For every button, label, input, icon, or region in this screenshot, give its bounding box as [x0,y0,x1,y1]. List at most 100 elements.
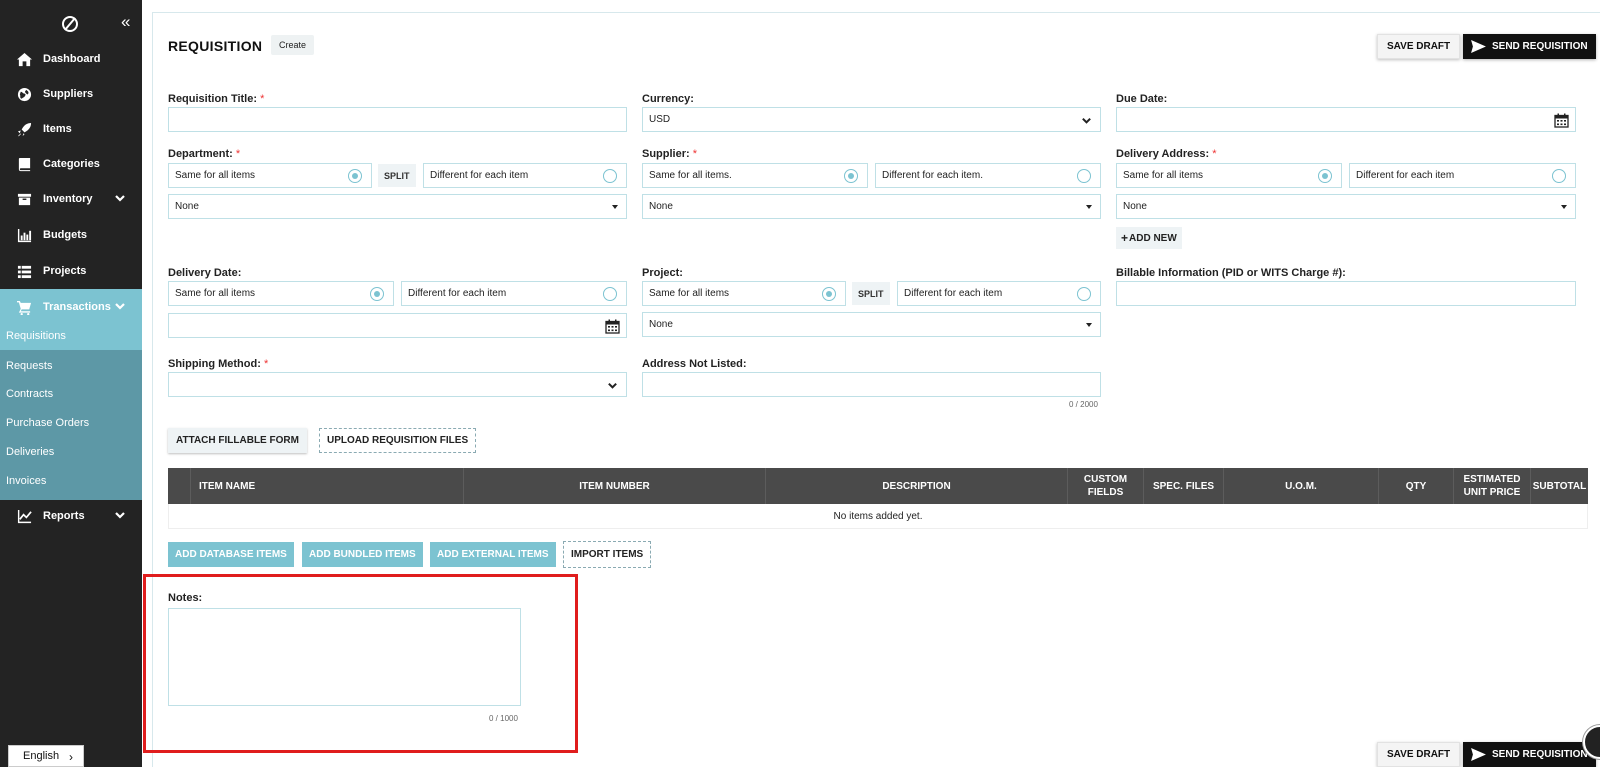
language-selector[interactable]: English › [8,745,84,767]
currency-label: Currency: [642,93,694,105]
currency-select[interactable]: USD [642,107,1101,132]
delivery-date-input[interactable] [168,313,627,338]
billable-info-input[interactable] [1116,281,1576,306]
supplier-same-radio[interactable] [844,169,858,183]
sidebar: « Dashboard Suppliers Items Categories I… [0,0,142,767]
submenu-item-requisitions[interactable]: Requisitions [0,321,142,350]
add-external-items-button[interactable]: ADD EXTERNAL ITEMS [430,542,556,567]
attach-fillable-form-button[interactable]: ATTACH FILLABLE FORM [168,428,307,453]
add-bundled-items-label: ADD BUNDLED ITEMS [309,549,416,560]
home-icon [15,51,33,67]
project-same-radio[interactable] [822,287,836,301]
sidebar-item-dashboard[interactable]: Dashboard [0,41,142,77]
department-same-option[interactable]: Same for all items [168,163,372,188]
project-same-option[interactable]: Same for all items [642,281,846,306]
department-different-option[interactable]: Different for each item [423,163,627,188]
footer-save-draft-button[interactable]: SAVE DRAFT [1377,742,1461,767]
column-header-qty[interactable]: QTY [1378,468,1453,504]
column-header-item-number[interactable]: ITEM NUMBER [463,468,765,504]
delivery-address-different-option[interactable]: Different for each item [1349,163,1576,188]
save-draft-button[interactable]: SAVE DRAFT [1377,34,1461,59]
department-split-button[interactable]: SPLIT [378,164,416,187]
book-icon [15,156,33,172]
import-items-button[interactable]: IMPORT ITEMS [563,541,652,568]
attach-fillable-form-label: ATTACH FILLABLE FORM [176,435,299,446]
add-external-items-label: ADD EXTERNAL ITEMS [437,549,549,560]
sidebar-item-items[interactable]: Items [0,111,142,147]
supplier-different-option[interactable]: Different for each item. [875,163,1101,188]
logo-icon[interactable] [62,16,78,32]
globe-icon [15,86,33,102]
department-different-radio[interactable] [603,169,617,183]
delivery-date-different-option[interactable]: Different for each item [401,281,627,306]
caret-down-icon [1086,323,1092,327]
billable-info-label: Billable Information (PID or WITS Charge… [1116,267,1346,279]
submenu-item-requests[interactable]: Requests [0,351,142,380]
caret-down-icon [1086,205,1092,209]
project-select[interactable]: None [642,312,1101,337]
sidebar-item-transactions[interactable]: Transactions [0,289,142,325]
supplier-different-radio[interactable] [1077,169,1091,183]
column-header-estimated-unit-price[interactable]: ESTIMATED UNIT PRICE [1453,468,1530,504]
caret-down-icon [1561,205,1567,209]
required-marker: * [235,148,241,160]
column-header-item-name[interactable]: ITEM NAME [190,468,463,504]
add-database-items-button[interactable]: ADD DATABASE ITEMS [168,542,294,567]
delivery-address-select[interactable]: None [1116,194,1576,219]
sidebar-item-budgets[interactable]: Budgets [0,217,142,253]
delivery-address-different-radio[interactable] [1552,169,1566,183]
delivery-address-same-option[interactable]: Same for all items [1116,163,1342,188]
column-header-description[interactable]: DESCRIPTION [765,468,1067,504]
submenu-item-invoices[interactable]: Invoices [0,466,142,495]
sidebar-item-suppliers[interactable]: Suppliers [0,76,142,112]
due-date-input[interactable] [1116,107,1576,132]
send-icon [1471,748,1486,761]
project-same-label: Same for all items [649,288,730,299]
submenu-item-contracts[interactable]: Contracts [0,379,142,408]
project-split-button[interactable]: SPLIT [852,282,890,305]
caret-down-icon [612,205,618,209]
sidebar-item-inventory[interactable]: Inventory [0,181,142,217]
sidebar-item-reports[interactable]: Reports [0,498,142,534]
supplier-select[interactable]: None [642,194,1101,219]
address-not-listed-input[interactable] [642,372,1101,397]
sidebar-item-categories[interactable]: Categories [0,146,142,182]
column-header-uom[interactable]: U.O.M. [1223,468,1378,504]
add-bundled-items-button[interactable]: ADD BUNDLED ITEMS [302,542,423,567]
department-same-label: Same for all items [175,170,256,181]
calendar-icon[interactable] [605,319,620,334]
upload-requisition-files-button[interactable]: UPLOAD REQUISITION FILES [319,428,477,453]
calendar-icon[interactable] [1554,113,1569,128]
submenu-item-deliveries[interactable]: Deliveries [0,437,142,466]
department-select-value: None [175,201,199,212]
sidebar-item-projects[interactable]: Projects [0,253,142,289]
delivery-date-same-radio[interactable] [370,287,384,301]
delivery-address-same-radio[interactable] [1318,169,1332,183]
project-different-radio[interactable] [1077,287,1091,301]
delivery-date-different-radio[interactable] [603,287,617,301]
supplier-label: Supplier: * [642,148,697,160]
column-header-custom-fields[interactable]: CUSTOM FIELDS [1067,468,1143,504]
supplier-same-option[interactable]: Same for all items. [642,163,868,188]
chevron-down-icon [114,509,126,521]
send-requisition-button[interactable]: SEND REQUISITION [1463,34,1596,59]
page-title: REQUISITION [168,38,263,54]
column-header-subtotal[interactable]: SUBTOTAL [1530,468,1588,504]
delivery-date-same-option[interactable]: Same for all items [168,281,394,306]
department-same-radio[interactable] [348,169,362,183]
requisition-title-input[interactable] [168,107,627,132]
collapse-sidebar-icon[interactable]: « [121,12,130,32]
shipping-method-select[interactable] [168,372,627,397]
list-icon [15,263,33,279]
sidebar-item-label: Inventory [43,193,93,205]
add-new-address-button[interactable]: + ADD NEW [1116,227,1182,249]
column-header-spec-files[interactable]: SPEC. FILES [1143,468,1223,504]
project-different-option[interactable]: Different for each item [897,281,1101,306]
department-select[interactable]: None [168,194,627,219]
delivery-date-label: Delivery Date: [168,267,242,279]
submenu-item-purchase-orders[interactable]: Purchase Orders [0,408,142,437]
delivery-address-label-text: Delivery Address: [1116,148,1210,160]
footer-send-requisition-button[interactable]: SEND REQUISITION [1463,742,1596,767]
empty-table-message: No items added yet. [833,510,923,522]
project-label: Project: [642,267,683,279]
